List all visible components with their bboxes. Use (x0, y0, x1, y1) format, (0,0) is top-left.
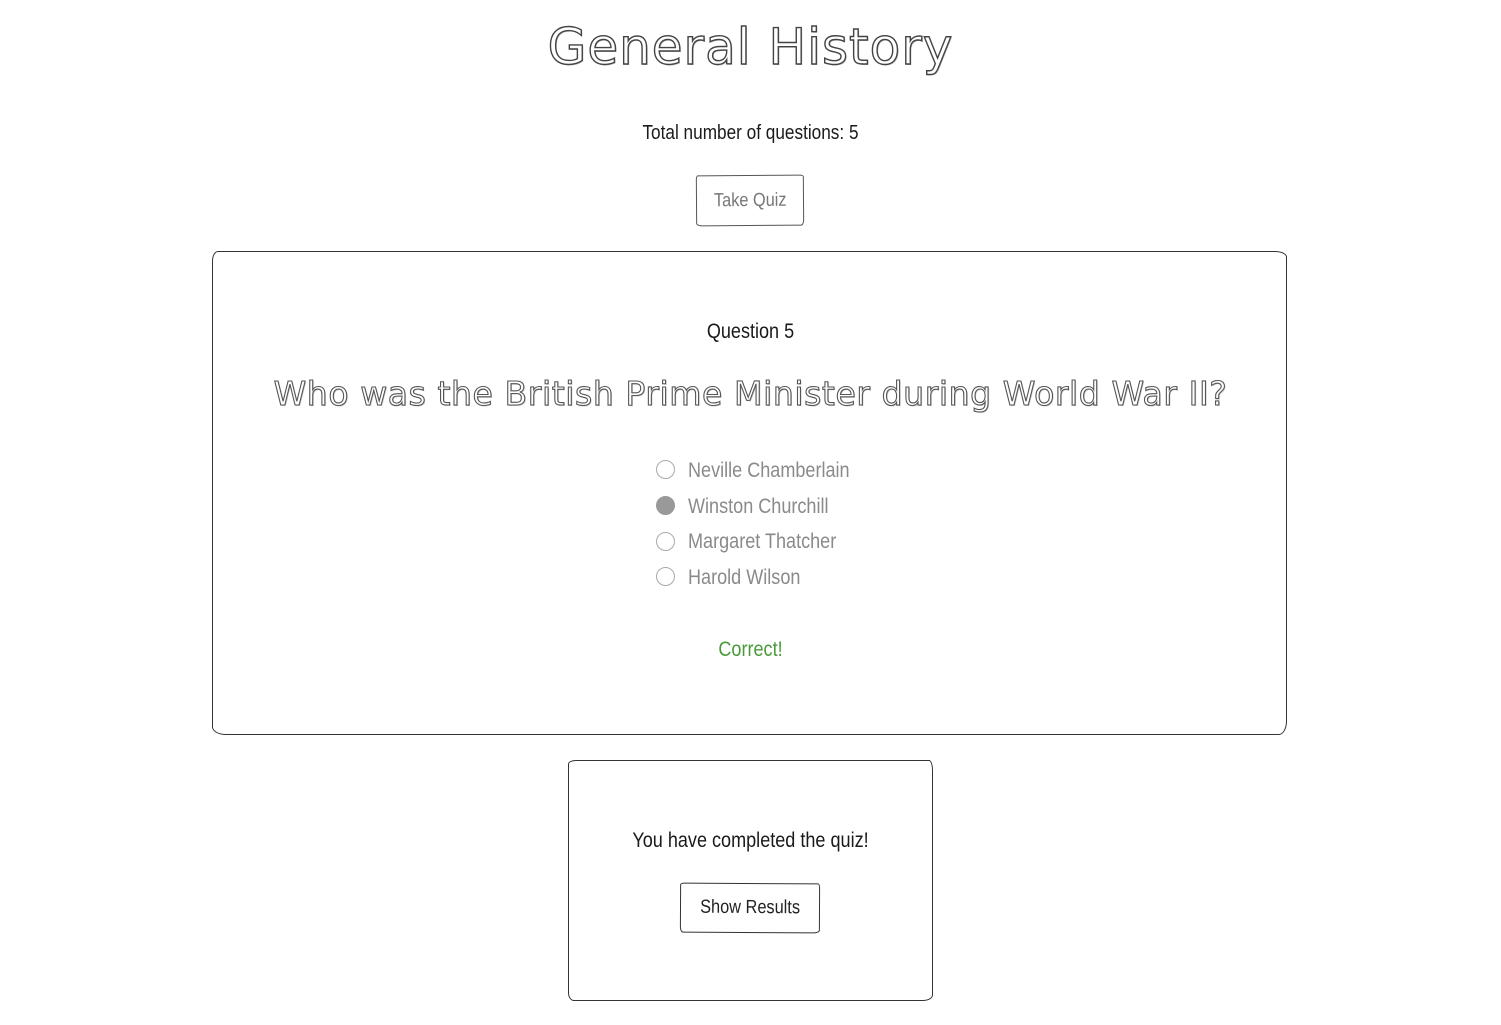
answer-option[interactable]: Neville Chamberlain (656, 453, 916, 489)
question-number: Question 5 (706, 320, 795, 343)
radio-button[interactable] (656, 531, 675, 551)
quiz-page: General History Total number of question… (0, 0, 1501, 1025)
take-quiz-button[interactable]: Take Quiz (695, 174, 805, 227)
answer-option-label: Harold Wilson (688, 565, 801, 589)
show-results-label: Show Results (699, 896, 801, 919)
show-results-button[interactable]: Show Results (679, 882, 821, 934)
completion-message: You have completed the quiz! (632, 829, 869, 852)
total-questions-text: Total number of questions: 5 (642, 122, 859, 144)
radio-button[interactable] (656, 567, 675, 587)
answer-option-label: Margaret Thatcher (688, 530, 837, 554)
take-quiz-label: Take Quiz (713, 189, 787, 211)
completion-card (568, 760, 933, 1001)
answer-option-label: Winston Churchill (688, 494, 829, 518)
answer-option[interactable]: Harold Wilson (656, 560, 916, 596)
question-text: Who was the British Prime Minister durin… (273, 373, 1228, 413)
answer-options: Neville Chamberlain Winston Churchill Ma… (656, 453, 916, 596)
radio-button[interactable] (656, 460, 675, 480)
answer-option-label: Neville Chamberlain (688, 458, 850, 482)
radio-button-selected[interactable] (656, 496, 675, 516)
answer-feedback: Correct! (718, 638, 783, 661)
answer-option[interactable]: Margaret Thatcher (656, 524, 916, 560)
answer-option[interactable]: Winston Churchill (656, 489, 916, 525)
page-title: General History (547, 17, 954, 76)
